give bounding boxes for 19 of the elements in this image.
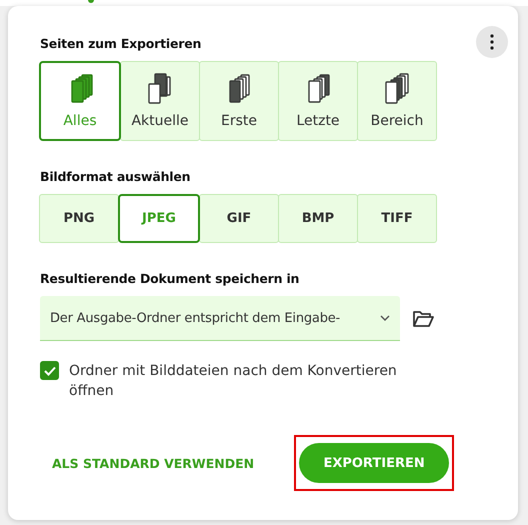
- section-title: Resultierende Dokument speichern in: [40, 271, 300, 286]
- format-option[interactable]: GIF: [199, 194, 279, 243]
- more-options-icon[interactable]: [476, 26, 508, 58]
- page-range-option[interactable]: Aktuelle: [120, 61, 200, 141]
- chevron-down-icon: [380, 315, 390, 321]
- format-option[interactable]: TIFF: [357, 194, 437, 243]
- format-option[interactable]: PNG: [39, 194, 119, 243]
- page-range-option[interactable]: Bereich: [357, 61, 437, 141]
- section-title: Bildformat auswählen: [40, 169, 192, 184]
- section-title: Seiten zum Exportieren: [40, 36, 202, 51]
- checkbox[interactable]: [40, 361, 59, 380]
- folder-icon[interactable]: [412, 310, 434, 328]
- checkbox-label: Ordner mit Bilddateien nach dem Konvertieren öffnen: [69, 362, 398, 401]
- checkmark-icon: [44, 366, 56, 376]
- output-folder-dropdown[interactable]: Der Ausgabe-Ordner entspricht dem Eingabe-: [40, 296, 400, 341]
- page-range-option[interactable]: Letzte: [278, 61, 358, 141]
- format-option[interactable]: BMP: [278, 194, 358, 243]
- pages-icon: [383, 73, 411, 105]
- page-range-option[interactable]: Erste: [199, 61, 279, 141]
